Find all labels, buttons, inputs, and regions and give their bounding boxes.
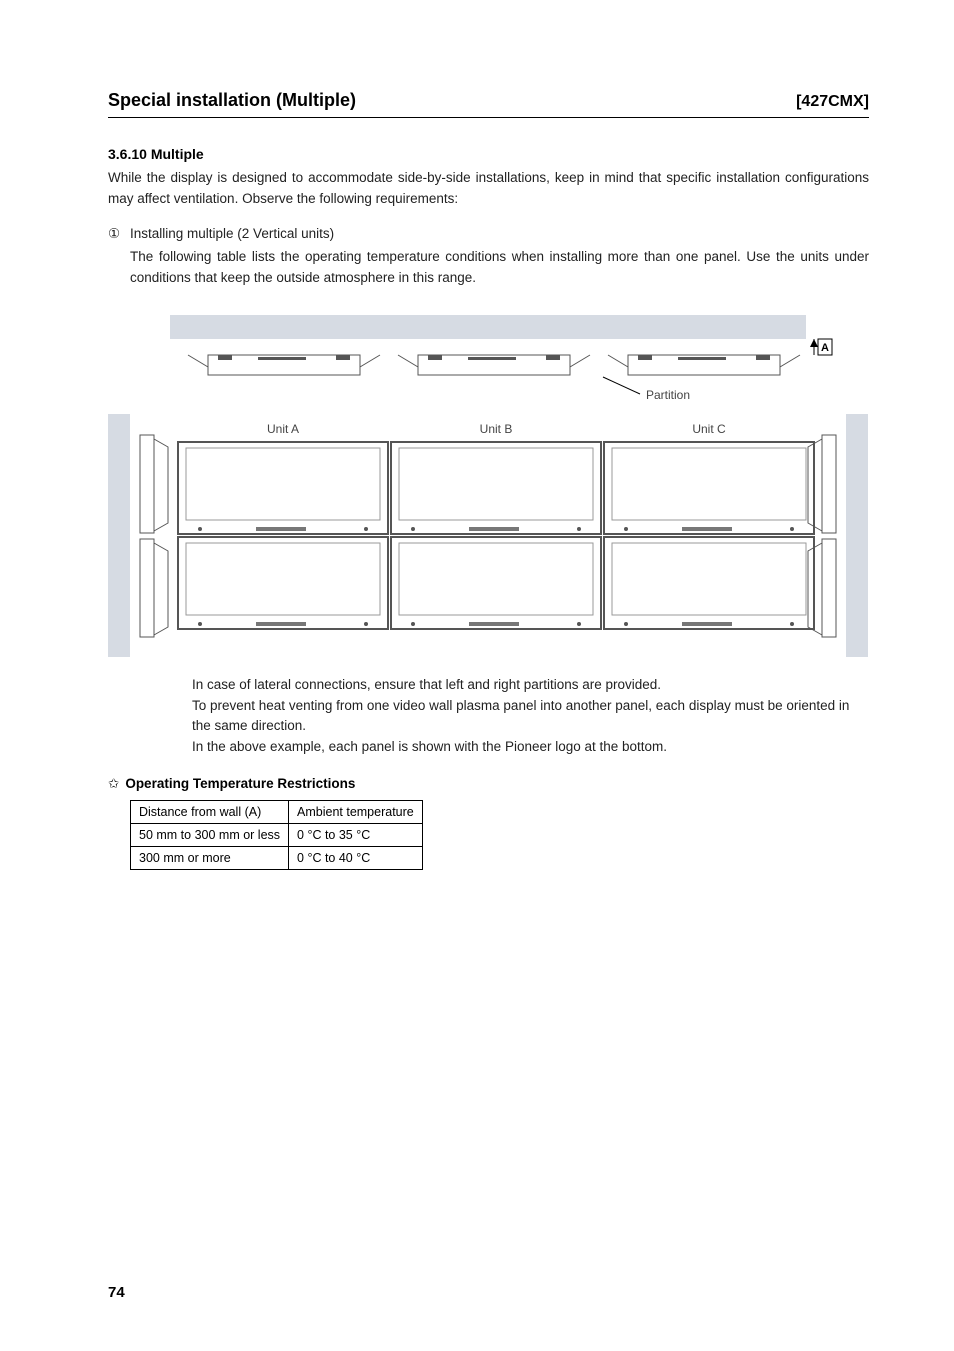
unit-b-label: Unit B <box>480 422 513 436</box>
unit-a-group: Unit A <box>178 355 388 629</box>
temp-heading-text: Operating Temperature Restrictions <box>125 776 355 791</box>
list-number-icon: ① <box>108 224 130 245</box>
header-model: [427CMX] <box>796 93 869 111</box>
left-brackets <box>140 435 168 637</box>
list-item-body: The following table lists the operating … <box>130 247 869 289</box>
table-header-ambient: Ambient temperature <box>289 801 423 824</box>
partition-callout: Partition <box>603 377 690 402</box>
list-item-title: ①Installing multiple (2 Vertical units) <box>130 224 869 245</box>
diagram-notes: In case of lateral connections, ensure t… <box>108 675 869 759</box>
header-title: Special installation (Multiple) <box>108 90 356 111</box>
intro-paragraph: While the display is designed to accommo… <box>108 168 869 210</box>
installation-diagram: Unit A Unit B Unit C <box>108 307 869 657</box>
table-cell: 0 °C to 40 °C <box>289 847 423 870</box>
unit-c-label: Unit C <box>692 422 726 436</box>
table-cell: 300 mm or more <box>131 847 289 870</box>
temp-heading: ✩ Operating Temperature Restrictions <box>108 776 869 792</box>
table-row: 300 mm or more 0 °C to 40 °C <box>131 847 423 870</box>
section-heading: 3.6.10 Multiple <box>108 146 869 162</box>
dimension-a-label: A <box>821 342 829 354</box>
table-row: Distance from wall (A) Ambient temperatu… <box>131 801 423 824</box>
unit-c-group: Unit C <box>604 355 814 629</box>
note-1: In case of lateral connections, ensure t… <box>192 675 859 696</box>
unit-a-label: Unit A <box>267 422 299 436</box>
table-row: 50 mm to 300 mm or less 0 °C to 35 °C <box>131 824 423 847</box>
unit-b-group: Unit B <box>391 355 601 629</box>
note-2: To prevent heat venting from one video w… <box>192 696 859 738</box>
partition-label: Partition <box>646 388 690 402</box>
table-cell: 0 °C to 35 °C <box>289 824 423 847</box>
page-header: Special installation (Multiple) [427CMX] <box>108 90 869 118</box>
dimension-a: A <box>810 339 832 355</box>
page-number: 74 <box>108 1284 125 1301</box>
temperature-table: Distance from wall (A) Ambient temperatu… <box>130 800 423 870</box>
table-header-distance: Distance from wall (A) <box>131 801 289 824</box>
star-icon: ✩ <box>108 776 119 791</box>
diagram-svg: Unit A Unit B Unit C <box>108 307 868 657</box>
list-title-text: Installing multiple (2 Vertical units) <box>130 226 334 241</box>
list-item-1: ①Installing multiple (2 Vertical units) … <box>108 224 869 289</box>
table-cell: 50 mm to 300 mm or less <box>131 824 289 847</box>
note-3: In the above example, each panel is show… <box>192 737 859 758</box>
